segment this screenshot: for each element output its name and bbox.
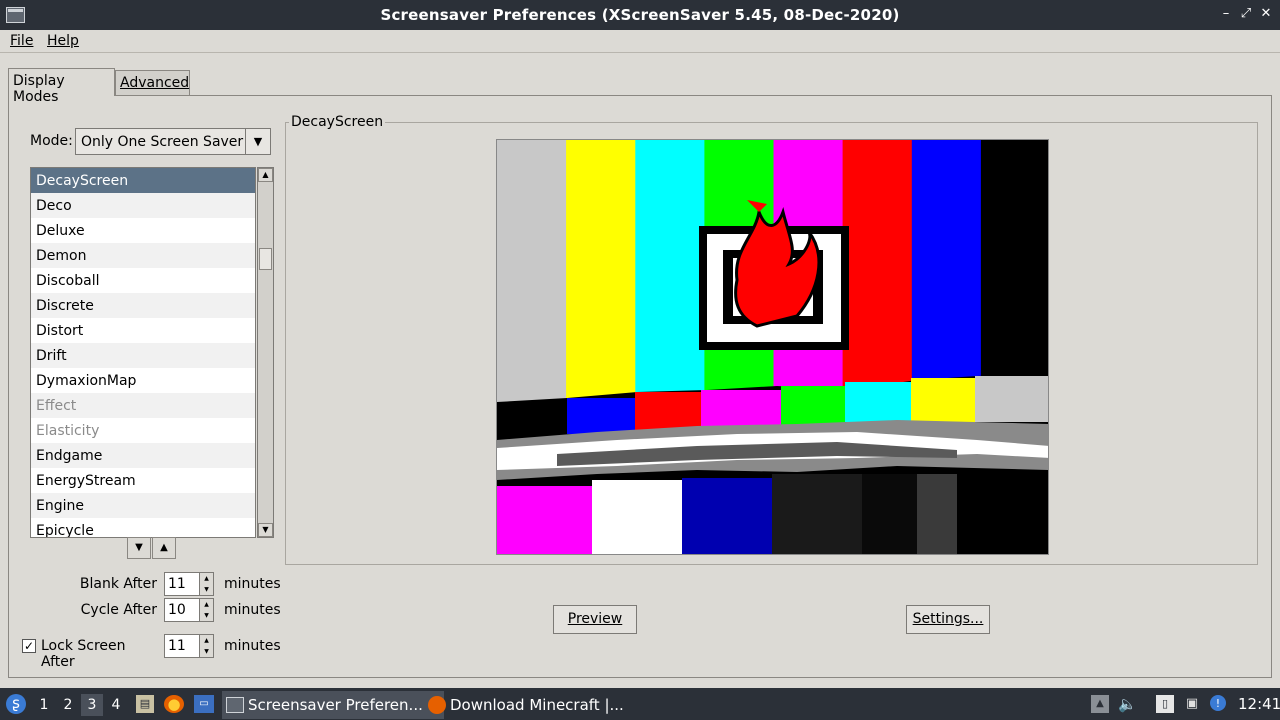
volume-icon[interactable]: 🔈 [1118,695,1137,713]
preview-frame-title: DecayScreen [289,114,386,130]
list-item[interactable]: Demon [31,243,255,268]
blank-after-value: 11 [168,576,186,592]
list-item[interactable]: DymaxionMap [31,368,255,393]
list-item[interactable]: Discrete [31,293,255,318]
window-title: Screensaver Preferences (XScreenSaver 5.… [380,6,900,24]
screensaver-preview [496,139,1049,555]
clipboard-icon[interactable]: ▯ [1156,695,1174,713]
color-bar [911,140,982,410]
tab-display-modes[interactable]: Display Modes [8,68,115,105]
color-bar [842,140,913,410]
spinner-arrows-icon[interactable]: ▲ ▼ [199,599,213,621]
list-item[interactable]: Deluxe [31,218,255,243]
color-bar [566,140,637,410]
scroll-up-icon[interactable]: ▲ [258,168,273,182]
taskbar: ʂ 1234 ▤ ● ▭ Screensaver Preferen... Dow… [0,688,1280,720]
notification-icon[interactable]: ! [1210,695,1226,711]
title-bar: Screensaver Preferences (XScreenSaver 5.… [0,0,1280,30]
list-item[interactable]: Epicycle [31,518,255,537]
start-menu-icon[interactable]: ʂ [6,694,26,714]
maximize-icon[interactable]: ⤢ [1238,6,1254,22]
blank-after-unit: minutes [224,576,281,592]
menu-bar: File Help [0,30,1280,53]
spinner-arrows-icon[interactable]: ▲ ▼ [199,635,213,657]
scrollbar-thumb[interactable] [259,248,272,270]
list-item[interactable]: Engine [31,493,255,518]
lock-screen-label: Lock Screen After [41,638,126,670]
workspace-3-button[interactable]: 3 [81,694,103,716]
next-saver-button[interactable]: ▼ [127,537,151,559]
workspace-2-button[interactable]: 2 [57,694,79,716]
color-bar [497,140,568,410]
cycle-after-spinner[interactable]: 10 ▲ ▼ [164,598,214,622]
tab-advanced[interactable]: Advanced [115,70,190,95]
mode-select[interactable]: Only One Screen Saver ▼ [75,128,271,155]
task-firefox-label: Download Minecraft |... [450,696,624,714]
list-scrollbar[interactable]: ▲ ▼ [257,167,274,538]
chevron-down-icon[interactable]: ▼ [245,129,270,154]
cycle-after-value: 10 [168,602,186,618]
list-item[interactable]: EnergyStream [31,468,255,493]
network-icon[interactable]: ▣ [1183,695,1201,713]
clock[interactable]: 12:41 [1238,695,1280,713]
workspace-1-button[interactable]: 1 [33,694,55,716]
color-bar [635,140,706,410]
file-manager-icon[interactable]: ▤ [136,695,154,713]
previous-saver-button[interactable]: ▲ [152,537,176,559]
eject-icon[interactable]: ▲ [1091,695,1109,713]
saver-list[interactable]: DecayScreen Deco Deluxe Demon Discoball Discr… [30,167,256,538]
tab-display-modes-label: Display Modes [13,73,65,105]
list-item[interactable]: Elasticity [31,418,255,443]
close-icon[interactable]: ✕ [1258,6,1274,22]
list-item[interactable]: Effect [31,393,255,418]
list-item[interactable]: Endgame [31,443,255,468]
blank-after-spinner[interactable]: 11 ▲ ▼ [164,572,214,596]
lock-screen-checkbox[interactable]: ✓ [22,639,36,653]
blank-after-label: Blank After [79,576,157,592]
task-screensaver-label: Screensaver Preferen... [248,696,423,714]
color-bar [980,140,1048,410]
cycle-after-label: Cycle After [80,602,157,618]
tab-advanced-label: Advanced [120,75,190,91]
mode-select-value: Only One Screen Saver [81,134,244,150]
task-firefox[interactable]: Download Minecraft |... [424,691,646,719]
list-item[interactable]: DecayScreen [31,168,255,193]
settings-button-label: Settings... [912,611,984,627]
lock-after-unit: minutes [224,638,281,654]
firefox-icon[interactable]: ● [164,695,184,713]
workspace-4-button[interactable]: 4 [105,694,127,716]
desktop-icon[interactable]: ▭ [194,695,214,713]
list-item[interactable]: Distort [31,318,255,343]
decay-screen-image [497,140,1048,554]
preview-button-label: Preview [567,611,623,627]
preview-button[interactable]: Preview [553,605,637,634]
menu-file[interactable]: File [10,33,33,49]
list-item[interactable]: Deco [31,193,255,218]
lock-after-value: 11 [168,638,186,654]
firefox-icon [428,696,446,714]
lock-after-spinner[interactable]: 11 ▲ ▼ [164,634,214,658]
cycle-after-unit: minutes [224,602,281,618]
settings-button[interactable]: Settings... [906,605,990,634]
window-icon [226,697,244,713]
menu-help[interactable]: Help [47,33,79,49]
spinner-arrows-icon[interactable]: ▲ ▼ [199,573,213,595]
task-screensaver[interactable]: Screensaver Preferen... [222,691,444,719]
scroll-down-icon[interactable]: ▼ [258,523,273,537]
mode-label: Mode: [30,133,73,149]
minimize-icon[interactable]: – [1218,6,1234,22]
list-item[interactable]: Discoball [31,268,255,293]
list-item[interactable]: Drift [31,343,255,368]
